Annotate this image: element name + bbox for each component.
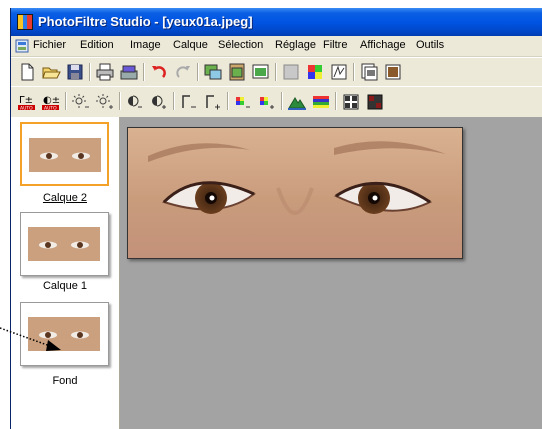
gray-square-icon[interactable] xyxy=(281,62,301,82)
toolbar-separator xyxy=(335,92,337,110)
eyes-photo[interactable] xyxy=(127,127,463,259)
layers-panel: Calque 2 Calque 1 Fond xyxy=(11,117,120,429)
menu-filtre[interactable]: Filtre xyxy=(323,39,347,51)
grid-dark-icon[interactable] xyxy=(365,92,385,112)
menu-reglage[interactable]: Réglage xyxy=(275,39,316,51)
save-icon[interactable] xyxy=(65,62,85,82)
svg-text:Γ±: Γ± xyxy=(19,95,33,106)
toolbar-separator xyxy=(353,63,355,81)
toolbar-separator xyxy=(197,63,199,81)
toolbar-separator xyxy=(143,63,145,81)
contrast-minus-icon[interactable] xyxy=(125,92,145,112)
paste-layer-icon[interactable] xyxy=(251,62,271,82)
svg-text:AUTO: AUTO xyxy=(20,106,33,112)
copy-image-icon[interactable] xyxy=(203,62,223,82)
toolbar-separator xyxy=(281,92,283,110)
app-window: PhotoFiltre Studio - [yeux01a.jpeg] Fich… xyxy=(10,8,542,429)
brightness-minus-icon[interactable] xyxy=(71,92,91,112)
adjust-toolbar: Γ± AUTO ◐± AUTO xyxy=(11,86,542,118)
menu-outils[interactable]: Outils xyxy=(416,39,444,51)
toolbar-separator xyxy=(227,92,229,110)
menu-edition[interactable]: Edition xyxy=(80,39,114,51)
gamma-minus-icon[interactable] xyxy=(179,92,199,112)
grid-icon[interactable] xyxy=(341,92,361,112)
saturation-minus-icon[interactable] xyxy=(233,92,253,112)
scan-icon[interactable] xyxy=(119,62,139,82)
toolbar-separator xyxy=(119,92,121,110)
image-list-icon[interactable] xyxy=(359,62,379,82)
contrast-plus-icon[interactable] xyxy=(149,92,169,112)
brightness-plus-icon[interactable] xyxy=(95,92,115,112)
layer-label-calque-2[interactable]: Calque 2 xyxy=(11,192,119,204)
layer-thumbnail-calque-1[interactable] xyxy=(20,212,109,276)
menu-fichier[interactable]: Fichier xyxy=(33,39,66,51)
document-icon[interactable] xyxy=(15,39,29,53)
redo-icon[interactable] xyxy=(173,62,193,82)
eyes-thumbnail xyxy=(28,317,100,351)
color-palette-icon[interactable] xyxy=(305,62,325,82)
main-toolbar xyxy=(11,57,542,87)
toolbar-separator xyxy=(173,92,175,110)
layer-thumbnail-calque-2[interactable] xyxy=(20,122,109,186)
svg-text:◐±: ◐± xyxy=(43,95,60,106)
undo-icon[interactable] xyxy=(149,62,169,82)
filter-icon[interactable] xyxy=(329,62,349,82)
menu-bar: Fichier Edition Image Calque Sélection R… xyxy=(11,36,542,57)
photofiltre-logo-icon xyxy=(17,14,33,30)
open-icon[interactable] xyxy=(41,62,61,82)
layer-label-fond[interactable]: Fond xyxy=(11,375,119,387)
rainbow-icon[interactable] xyxy=(311,92,331,112)
new-icon[interactable] xyxy=(17,62,37,82)
gamma-plus-icon[interactable] xyxy=(203,92,223,112)
image-workspace xyxy=(120,117,542,429)
eyes-thumbnail xyxy=(29,138,101,172)
saturation-plus-icon[interactable] xyxy=(257,92,277,112)
svg-text:AUTO: AUTO xyxy=(44,106,57,112)
menu-image[interactable]: Image xyxy=(130,39,161,51)
contrast-auto-icon[interactable]: Γ± AUTO xyxy=(17,92,37,112)
layer-label-calque-1[interactable]: Calque 1 xyxy=(11,280,119,292)
menu-selection[interactable]: Sélection xyxy=(218,39,263,51)
toolbar-separator xyxy=(89,63,91,81)
paste-image-icon[interactable] xyxy=(227,62,247,82)
toolbar-separator xyxy=(275,63,277,81)
window-title: PhotoFiltre Studio - [yeux01a.jpeg] xyxy=(38,14,253,29)
menu-calque[interactable]: Calque xyxy=(173,39,208,51)
menu-affichage[interactable]: Affichage xyxy=(360,39,406,51)
layer-thumbnail-fond[interactable] xyxy=(20,302,109,366)
title-bar[interactable]: PhotoFiltre Studio - [yeux01a.jpeg] xyxy=(11,8,542,36)
brightness-auto-icon[interactable]: ◐± AUTO xyxy=(41,92,61,112)
image-view-icon[interactable] xyxy=(383,62,403,82)
eyes-thumbnail xyxy=(28,227,100,261)
toolbar-separator xyxy=(65,92,67,110)
landscape-icon[interactable] xyxy=(287,92,307,112)
print-icon[interactable] xyxy=(95,62,115,82)
